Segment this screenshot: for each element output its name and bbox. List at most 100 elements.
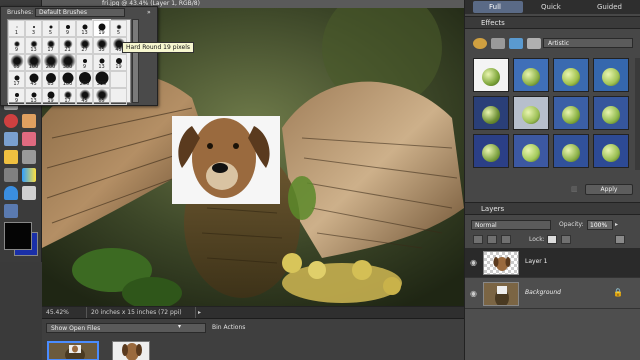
show-open-files-dropdown[interactable]: Show Open Files [46, 323, 206, 333]
brush-size-label: 35 [98, 47, 105, 53]
brush-preset[interactable]: 9 [8, 37, 25, 54]
brush-menu-icon[interactable]: » [147, 9, 151, 16]
brush-preset[interactable]: 45 [76, 88, 93, 105]
brush-preset[interactable]: 9 [76, 54, 93, 71]
tab-guided[interactable]: Guided [583, 1, 639, 13]
healing-brush-icon[interactable] [22, 114, 36, 128]
eye-icon[interactable]: ◉ [470, 258, 477, 267]
blend-mode-dropdown[interactable]: Normal [471, 220, 551, 230]
eraser-tool-icon[interactable] [22, 132, 36, 146]
lock-all-icon[interactable] [561, 235, 571, 244]
new-adjustment-layer-icon[interactable] [487, 235, 497, 244]
tab-full[interactable]: Full [473, 1, 523, 13]
layers-panel-header[interactable]: Layers [465, 202, 640, 215]
brush-preset[interactable]: 1 [8, 20, 25, 37]
new-layer-icon[interactable] [473, 235, 483, 244]
brush-preset[interactable]: 27 [76, 37, 93, 54]
apple-preview-icon [482, 143, 500, 162]
brush-preset[interactable]: 45 [25, 71, 42, 88]
brush-preset[interactable]: 19 [92, 19, 111, 38]
brush-preset[interactable] [110, 88, 127, 105]
brush-preset[interactable]: 17 [8, 71, 25, 88]
brush-preset[interactable]: 200 [76, 71, 93, 88]
effect-thumbnail[interactable] [593, 96, 629, 130]
brush-preset[interactable]: 300 [93, 71, 110, 88]
photo-effects-icon[interactable] [509, 38, 523, 49]
brush-preset[interactable]: 13 [25, 37, 42, 54]
brush-preset[interactable]: 13 [25, 88, 42, 105]
brush-set-dropdown[interactable]: Default Brushes [35, 8, 125, 17]
pencil-tool-icon[interactable] [4, 132, 18, 146]
brush-preset[interactable]: 17 [42, 37, 59, 54]
effect-thumbnail[interactable] [553, 134, 589, 168]
gradient-tool-icon[interactable] [22, 168, 36, 182]
tab-quick[interactable]: Quick [529, 1, 579, 13]
brush-size-label: 27 [81, 47, 88, 53]
effect-thumbnail[interactable] [553, 96, 589, 130]
document-size: 20 inches x 15 inches (72 ppi) [86, 307, 196, 318]
brush-preset[interactable]: 300 [59, 53, 76, 71]
clone-stamp-icon[interactable] [22, 150, 36, 164]
brush-size-label: 100 [62, 81, 73, 87]
effect-thumbnail[interactable] [553, 58, 589, 92]
apply-button[interactable]: Apply [585, 184, 633, 195]
effect-thumbnail[interactable] [593, 134, 629, 168]
brush-preset[interactable]: 5 [42, 20, 59, 37]
brush-preset[interactable]: 13 [93, 54, 110, 71]
layer-row-background[interactable]: ◉ Background 🔒 [465, 279, 640, 309]
brush-size-label: 45 [81, 98, 88, 104]
red-eye-tool-icon[interactable] [4, 114, 18, 128]
brush-preset[interactable]: 100 [25, 54, 42, 71]
bin-actions-menu[interactable]: Bin Actions [212, 324, 245, 331]
brush-preset[interactable]: 100 [59, 71, 76, 88]
effect-thumbnail[interactable] [473, 96, 509, 130]
bin-thumbnail-dog[interactable] [112, 341, 150, 360]
paint-brush-icon[interactable] [4, 150, 18, 164]
effect-thumbnail[interactable] [513, 58, 549, 92]
paint-bucket-icon[interactable] [4, 168, 18, 182]
smudge-tool-icon[interactable] [22, 186, 36, 200]
brush-preset[interactable]: 21 [59, 37, 76, 54]
bin-thumbnail-active[interactable] [47, 341, 99, 360]
lock-transparency-icon[interactable] [547, 235, 557, 244]
layer-row-layer-1[interactable]: ◉ Layer 1 [465, 248, 640, 278]
sponge-tool-icon[interactable] [4, 204, 18, 218]
effect-thumbnail[interactable] [593, 58, 629, 92]
effect-thumbnail[interactable] [473, 58, 509, 92]
brush-preset[interactable]: 19 [110, 54, 127, 71]
brush-preset[interactable]: 65 [8, 54, 25, 71]
opacity-arrow-icon[interactable]: ▸ [615, 221, 618, 228]
brush-preset[interactable]: 9 [8, 88, 25, 105]
trash-icon[interactable]: ▥ [571, 185, 578, 193]
opacity-input[interactable]: 100% [587, 220, 613, 230]
brush-preset[interactable]: 9 [59, 20, 76, 37]
dropdown-arrow-icon[interactable]: ▾ [178, 323, 181, 330]
brush-preset[interactable]: 19 [42, 88, 59, 105]
brush-preset[interactable]: 200 [42, 54, 59, 71]
brush-preset[interactable]: 3 [25, 20, 42, 37]
foreground-color-swatch[interactable] [4, 222, 32, 250]
effects-panel-header[interactable]: Effects [465, 16, 640, 29]
layer-mask-icon[interactable] [501, 235, 511, 244]
layer-styles-icon[interactable] [491, 38, 505, 49]
show-all-icon[interactable] [527, 38, 541, 49]
delete-layer-icon[interactable] [615, 235, 625, 244]
effect-thumbnail[interactable] [513, 134, 549, 168]
brush-preset[interactable]: 13 [76, 20, 93, 37]
shape-tool-icon[interactable] [4, 186, 18, 200]
brush-preset[interactable]: 65 [93, 88, 110, 105]
effect-thumbnail[interactable] [473, 134, 509, 168]
effects-category-dropdown[interactable]: Artistic [543, 38, 633, 48]
brush-size-label: 100 [28, 64, 39, 70]
brush-preset[interactable]: 35 [93, 37, 110, 54]
effect-thumbnail[interactable] [513, 96, 549, 130]
brush-preset[interactable] [110, 71, 127, 88]
brush-scrollbar[interactable] [132, 19, 139, 103]
filters-icon[interactable] [473, 38, 487, 49]
brush-preset[interactable]: 65 [42, 71, 59, 88]
brush-preset[interactable]: 17 [59, 88, 76, 105]
eye-icon[interactable]: ◉ [470, 289, 477, 298]
effects-scrollbar[interactable] [635, 58, 640, 170]
brush-preset[interactable]: 5 [110, 20, 127, 37]
layer-name: Background [525, 289, 561, 296]
